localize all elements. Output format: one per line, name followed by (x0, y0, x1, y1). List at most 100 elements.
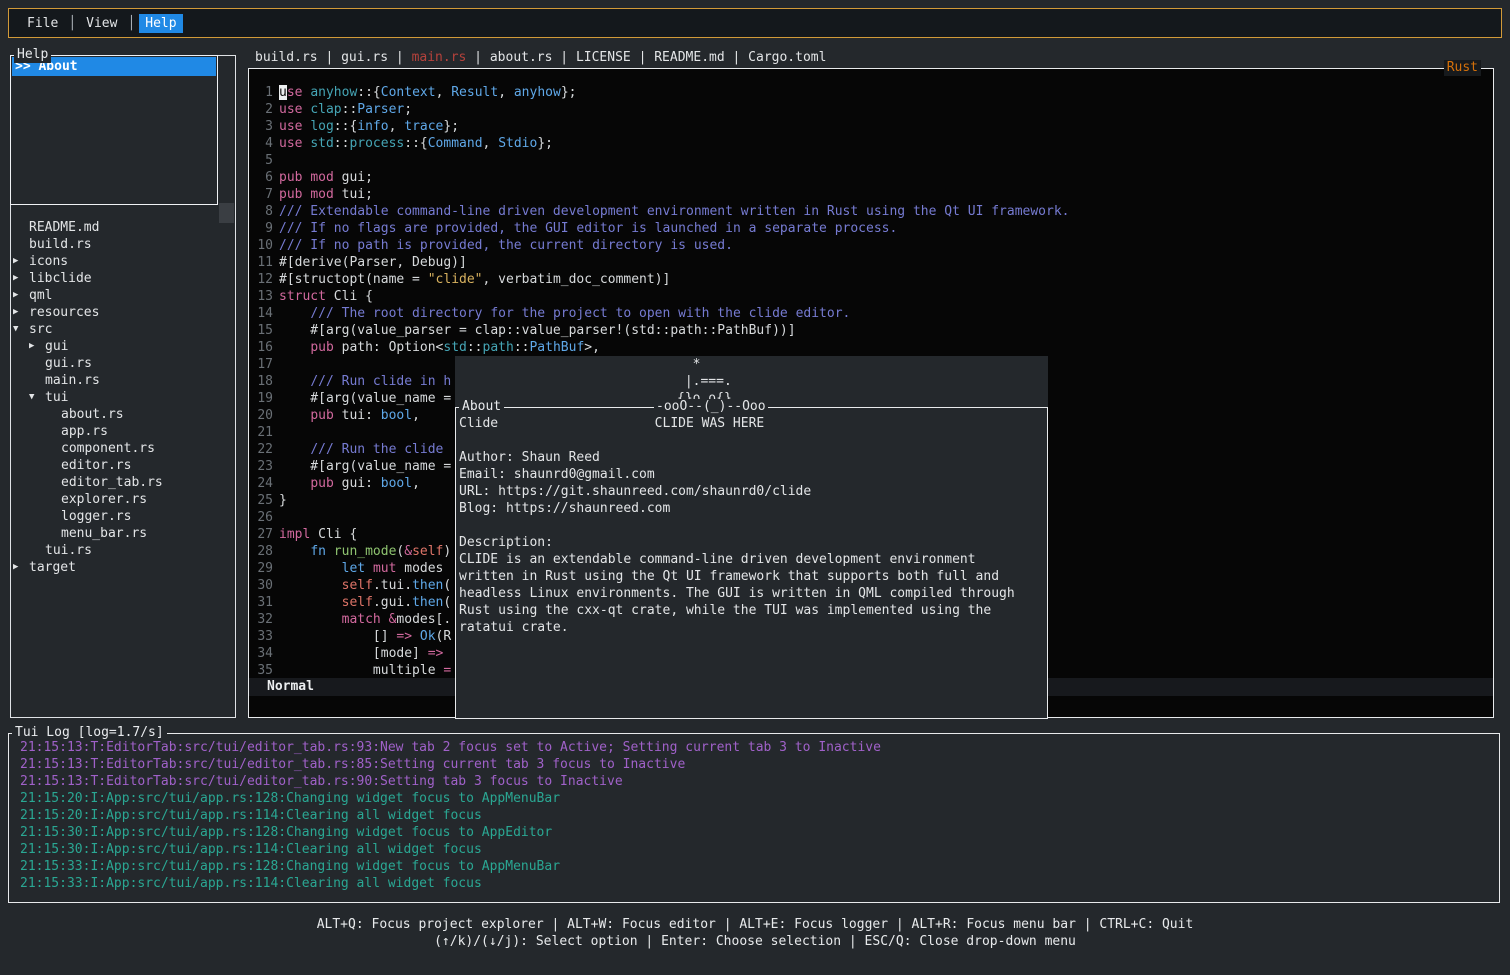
tree-item-gui[interactable]: ▶gui (29, 338, 235, 355)
tree-item-icons[interactable]: ▶icons (13, 253, 235, 270)
code-text: pub tui: bool, (279, 407, 420, 424)
language-badge: Rust (1444, 60, 1481, 76)
tree-item-label: build.rs (29, 236, 92, 253)
about-popup-line: CLIDE is an extendable command-line driv… (459, 551, 1015, 568)
about-popup-title: About (459, 399, 504, 415)
tree-item-component-rs[interactable]: component.rs (61, 440, 235, 457)
tree-item-tui-rs[interactable]: tui.rs (45, 542, 235, 559)
tab-cargo-toml[interactable]: Cargo.toml (748, 49, 826, 67)
tree-item-editor-tab-rs[interactable]: editor_tab.rs (61, 474, 235, 491)
tree-item-gui-rs[interactable]: gui.rs (45, 355, 235, 372)
tree-item-libclide[interactable]: ▶libclide (13, 270, 235, 287)
tree-item-qml[interactable]: ▶qml (13, 287, 235, 304)
tab-readme-md[interactable]: README.md (654, 49, 724, 67)
code-line: 14 /// The root directory for the projec… (249, 305, 1493, 322)
tree-item-menu-bar-rs[interactable]: menu_bar.rs (61, 525, 235, 542)
code-line: 6pub mod gui; (249, 169, 1493, 186)
chevron-down-icon: ▼ (13, 321, 29, 338)
tree-item-label: resources (29, 304, 99, 321)
tree-item-tui[interactable]: ▼tui (29, 389, 235, 406)
tab-gui-rs[interactable]: gui.rs (341, 49, 388, 67)
tab-build-rs[interactable]: build.rs (255, 49, 318, 67)
code-text: use std::process::{Command, Stdio}; (279, 135, 553, 152)
menu-separator: │ (64, 16, 80, 31)
about-popup-line: Rust using the cxx-qt crate, while the T… (459, 602, 1015, 619)
chevron-right-icon: ▶ (13, 270, 29, 287)
code-text: #[derive(Parser, Debug)] (279, 254, 467, 271)
tree-item-label: tui.rs (45, 542, 92, 559)
tree-item-label: editor.rs (61, 457, 131, 474)
log-line: 21:15:33:I:App:src/tui/app.rs:128:Changi… (20, 858, 881, 875)
menu-item-help[interactable]: Help (139, 14, 182, 33)
line-number: 9 (253, 220, 273, 237)
line-number: 19 (253, 390, 273, 407)
explorer-scrollbar-thumb[interactable] (219, 203, 234, 223)
tree-item-explorer-rs[interactable]: explorer.rs (61, 491, 235, 508)
tree-item-src[interactable]: ▼src (13, 321, 235, 338)
tree-item-label: menu_bar.rs (61, 525, 147, 542)
code-line: 15 #[arg(value_parser = clap::value_pars… (249, 322, 1493, 339)
line-number: 6 (253, 169, 273, 186)
log-line: 21:15:30:I:App:src/tui/app.rs:114:Cleari… (20, 841, 881, 858)
tree-item-readme-md[interactable]: README.md (29, 219, 235, 236)
tree-item-label: gui.rs (45, 355, 92, 372)
log-line: 21:15:13:T:EditorTab:src/tui/editor_tab.… (20, 739, 881, 756)
line-number: 33 (253, 628, 273, 645)
code-text: /// Run clide in h (279, 373, 451, 390)
about-popup-line: Author: Shaun Reed (459, 449, 1015, 466)
code-text: /// The root directory for the project t… (279, 305, 850, 322)
ascii-art-feet: -ooO--(_)--Ooo (654, 399, 768, 415)
keybind-line-1: ALT+Q: Focus project explorer | ALT+W: F… (0, 916, 1510, 933)
tree-item-label: app.rs (61, 423, 108, 440)
about-popup-line: written in Rust using the Qt UI framewor… (459, 568, 1015, 585)
line-number: 16 (253, 339, 273, 356)
tree-item-label: target (29, 559, 76, 576)
about-popup-line: ratatui crate. (459, 619, 1015, 636)
code-text: self.tui.then( (279, 577, 451, 594)
about-popup-line (459, 517, 1015, 534)
about-popup-line: Clide CLIDE WAS HERE (459, 415, 1015, 432)
tab-main-rs[interactable]: main.rs (412, 49, 467, 67)
code-text: #[structopt(name = "clide", verbatim_doc… (279, 271, 670, 288)
code-text: [] => Ok(R (279, 628, 451, 645)
tree-item-target[interactable]: ▶target (13, 559, 235, 576)
tree-item-build-rs[interactable]: build.rs (29, 236, 235, 253)
code-line: 9/// If no flags are provided, the GUI e… (249, 220, 1493, 237)
tree-item-app-rs[interactable]: app.rs (61, 423, 235, 440)
line-number: 29 (253, 560, 273, 577)
tab-separator: | (631, 49, 654, 67)
menu-item-file[interactable]: File (21, 14, 64, 33)
tab-separator: | (552, 49, 575, 67)
tree-item-label: src (29, 321, 52, 338)
code-line: 4use std::process::{Command, Stdio}; (249, 135, 1493, 152)
code-line: 10/// If no path is provided, the curren… (249, 237, 1493, 254)
code-text: pub mod tui; (279, 186, 373, 203)
help-dropdown-menu[interactable]: Help >> About (10, 55, 218, 205)
line-number: 35 (253, 662, 273, 679)
tab-license[interactable]: LICENSE (576, 49, 631, 67)
chevron-right-icon: ▶ (13, 253, 29, 270)
tab-about-rs[interactable]: about.rs (490, 49, 553, 67)
tree-item-editor-rs[interactable]: editor.rs (61, 457, 235, 474)
menu-item-view[interactable]: View (80, 14, 123, 33)
line-number: 3 (253, 118, 273, 135)
tab-separator: | (388, 49, 411, 67)
chevron-right-icon: ▶ (13, 287, 29, 304)
log-line: 21:15:20:I:App:src/tui/app.rs:128:Changi… (20, 790, 881, 807)
code-line: 8/// Extendable command-line driven deve… (249, 203, 1493, 220)
about-popup-box: About -ooO--(_)--Ooo Clide CLIDE WAS HER… (455, 407, 1048, 719)
code-line: 3use log::{info, trace}; (249, 118, 1493, 135)
code-text: } (279, 492, 287, 509)
tree-item-logger-rs[interactable]: logger.rs (61, 508, 235, 525)
tree-item-resources[interactable]: ▶resources (13, 304, 235, 321)
tree-item-main-rs[interactable]: main.rs (45, 372, 235, 389)
tree-item-about-rs[interactable]: about.rs (61, 406, 235, 423)
code-text: let mut modes (279, 560, 443, 577)
line-number: 20 (253, 407, 273, 424)
code-line: 16 pub path: Option<std::path::PathBuf>, (249, 339, 1493, 356)
code-text: use anyhow::{Context, Result, anyhow}; (279, 84, 576, 101)
tree-item-label: explorer.rs (61, 491, 147, 508)
line-number: 26 (253, 509, 273, 526)
about-popup-line: Blog: https://shaunreed.com (459, 500, 1015, 517)
editor-tab-bar: build.rs | gui.rs | main.rs | about.rs |… (255, 49, 826, 67)
